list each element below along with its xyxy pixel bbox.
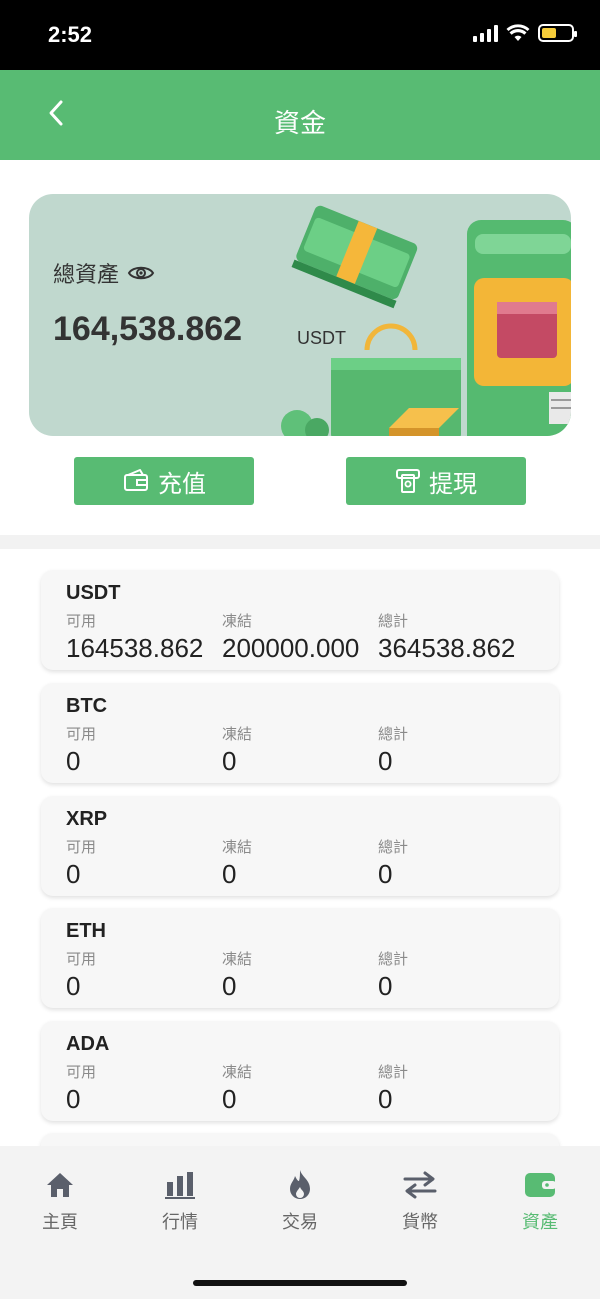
flame-icon [283, 1168, 317, 1202]
total-assets-card: 總資產 164,538.862 USDT [29, 194, 571, 436]
battery-icon [538, 24, 577, 42]
wifi-icon [506, 24, 530, 41]
asset-card-xrp[interactable]: XRP 可用 0 凍結 0 總計 0 [41, 796, 559, 896]
total-label: 總計 [378, 725, 409, 743]
tab-label: 貨幣 [402, 1212, 438, 1233]
deposit-button[interactable]: 充值 [74, 457, 254, 505]
asset-card-partial[interactable] [41, 1133, 559, 1146]
tab-label: 資產 [522, 1212, 558, 1233]
eye-icon[interactable] [127, 263, 155, 283]
total-value: 0 [378, 859, 393, 889]
available-value: 164538.862 [66, 633, 204, 663]
swap-arrows-icon [403, 1168, 437, 1202]
withdraw-atm-icon [396, 469, 420, 493]
asset-symbol: BTC [66, 695, 108, 717]
tab-label: 行情 [162, 1212, 198, 1233]
page-title: 資金 [273, 109, 326, 139]
available-value: 0 [66, 1084, 81, 1114]
frozen-value: 200000.000 [222, 633, 360, 663]
frozen-label: 凍結 [222, 725, 253, 743]
tab-assets[interactable]: 資產 [480, 1168, 600, 1234]
frozen-label: 凍結 [222, 950, 253, 968]
asset-card-ada[interactable]: ADA 可用 0 凍結 0 總計 0 [41, 1021, 559, 1121]
asset-list[interactable]: USDT 可用 164538.862 凍結 200000.000 總計 364538.… [0, 549, 600, 1146]
available-label: 可用 [66, 612, 97, 630]
total-value: 0 [378, 1084, 393, 1114]
available-value: 0 [66, 971, 81, 1001]
total-assets-label: 總資產 [53, 263, 120, 288]
status-time: 2:52 [48, 22, 93, 47]
tab-market[interactable]: 行情 [120, 1168, 240, 1234]
asset-card-eth[interactable]: ETH 可用 0 凍結 0 總計 0 [41, 908, 559, 1008]
asset-symbol: ETH [66, 920, 106, 942]
wallet-icon [523, 1168, 557, 1202]
tab-label: 交易 [282, 1212, 318, 1233]
available-value: 0 [66, 859, 81, 889]
tab-label: 主頁 [42, 1212, 78, 1233]
total-label: 總計 [378, 612, 409, 630]
home-icon [43, 1168, 77, 1202]
total-value: 364538.862 [378, 633, 516, 663]
available-label: 可用 [66, 725, 97, 743]
frozen-value: 0 [222, 859, 237, 889]
available-label: 可用 [66, 1063, 97, 1081]
asset-symbol: USDT [66, 582, 121, 604]
frozen-value: 0 [222, 971, 237, 1001]
withdraw-button[interactable]: 提現 [346, 457, 526, 505]
deposit-label: 充值 [158, 469, 206, 498]
tab-home[interactable]: 主頁 [0, 1168, 120, 1234]
asset-symbol: XRP [66, 808, 108, 830]
available-label: 可用 [66, 838, 97, 856]
frozen-label: 凍結 [222, 1063, 253, 1081]
section-divider [0, 535, 600, 549]
bar-chart-icon [163, 1168, 197, 1202]
total-label: 總計 [378, 838, 409, 856]
bottom-tab-bar: 主頁 行情 交易 貨幣 資產 [0, 1146, 600, 1299]
frozen-value: 0 [222, 746, 237, 776]
tab-trade[interactable]: 交易 [240, 1168, 360, 1234]
total-value: 0 [378, 746, 393, 776]
status-bar: 2:52 [0, 0, 600, 70]
frozen-value: 0 [222, 1084, 237, 1114]
total-value: 0 [378, 971, 393, 1001]
frozen-label: 凍結 [222, 838, 253, 856]
top-bar: 資金 [0, 70, 600, 160]
asset-card-btc[interactable]: BTC 可用 0 凍結 0 總計 0 [41, 683, 559, 783]
available-label: 可用 [66, 950, 97, 968]
total-assets-unit: USDT [297, 328, 346, 348]
total-label: 總計 [378, 950, 409, 968]
home-indicator [193, 1280, 407, 1286]
withdraw-label: 提現 [429, 469, 477, 498]
asset-card-usdt[interactable]: USDT 可用 164538.862 凍結 200000.000 總計 364538.… [41, 570, 559, 670]
total-assets-value: 164,538.862 [53, 310, 243, 348]
total-label: 總計 [378, 1063, 409, 1081]
total-assets-label-row: 總資產 [53, 257, 155, 289]
available-value: 0 [66, 746, 81, 776]
deposit-card-icon [124, 469, 148, 491]
tab-currency[interactable]: 貨幣 [360, 1168, 480, 1234]
status-icons [473, 24, 577, 42]
signal-icon [473, 24, 498, 42]
frozen-label: 凍結 [222, 612, 253, 630]
asset-symbol: ADA [66, 1033, 110, 1055]
